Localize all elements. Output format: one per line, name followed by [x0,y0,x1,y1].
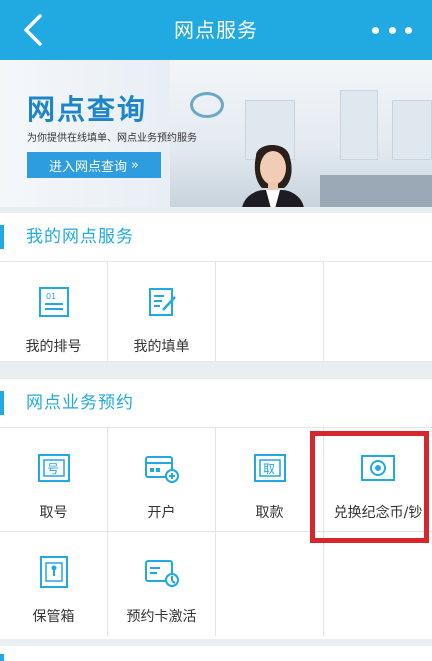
my-services-header: 我的网点服务 [0,213,432,261]
item-label: 取号 [39,505,68,521]
service-staff-image [242,145,304,207]
withdraw-item[interactable]: 取 取款 [216,428,324,532]
more-dot-icon [405,26,412,34]
more-dot-icon [372,26,379,34]
svg-text:取: 取 [263,462,275,476]
item-label: 取款 [255,505,284,521]
item-label: 我的排号 [25,339,82,355]
section-accent-bar [0,654,4,661]
empty-grid-cell [216,532,324,636]
withdraw-icon: 取 [252,450,288,486]
item-label: 开户 [147,505,176,521]
item-label: 我的填单 [133,339,190,355]
page-title: 网点服务 [174,18,258,42]
card-activation-item[interactable]: 预约卡激活 [108,532,216,636]
item-label: 预约卡激活 [126,609,197,625]
my-forms-item[interactable]: 我的填单 [108,262,216,362]
number-ticket-icon: 号 [36,450,72,486]
safe-box-icon [36,554,72,590]
double-chevron-right-icon: » [131,157,139,173]
next-section-peek [0,646,432,661]
open-account-item[interactable]: 开户 [108,428,216,532]
enter-outlet-query-button[interactable]: 进入网点查询 » [27,152,161,178]
outlet-query-banner[interactable]: 网点查询 为你提供在线填单、网点业务预约服务 进入网点查询 » [0,60,432,207]
section-accent-bar [0,391,4,415]
section-title: 我的网点服务 [26,227,134,247]
empty-grid-cell [324,532,432,636]
top-bar: 网点服务 [0,0,432,60]
more-dot-icon [388,26,396,34]
highlight-annotation-box [310,431,429,543]
empty-grid-cell [324,262,432,362]
banner-counter [320,175,432,207]
my-services-grid: 01 我的排号 我的填单 [0,261,432,362]
button-label: 进入网点查询 [49,159,128,175]
queue-ticket-icon: 01 [36,284,72,320]
bank-logo-icon [190,92,224,118]
section-title: 网点业务预约 [26,393,134,413]
empty-grid-cell [216,262,324,362]
banner-title: 网点查询 [27,93,148,126]
banner-window [392,100,432,160]
banner-window [340,90,378,160]
svg-text:01: 01 [46,292,56,301]
open-account-card-icon [144,450,180,486]
take-number-item[interactable]: 号 取号 [0,428,108,532]
form-edit-icon [144,284,180,320]
svg-text:号: 号 [47,462,59,476]
banner-subtitle: 为你提供在线填单、网点业务预约服务 [27,133,197,144]
safe-deposit-box-item[interactable]: 保管箱 [0,532,108,636]
card-activation-icon [144,554,180,590]
section-accent-bar [0,225,4,249]
appointments-header: 网点业务预约 [0,379,432,427]
more-options-button[interactable] [372,18,412,42]
my-queue-number-item[interactable]: 01 我的排号 [0,262,108,362]
item-label: 保管箱 [32,609,75,625]
